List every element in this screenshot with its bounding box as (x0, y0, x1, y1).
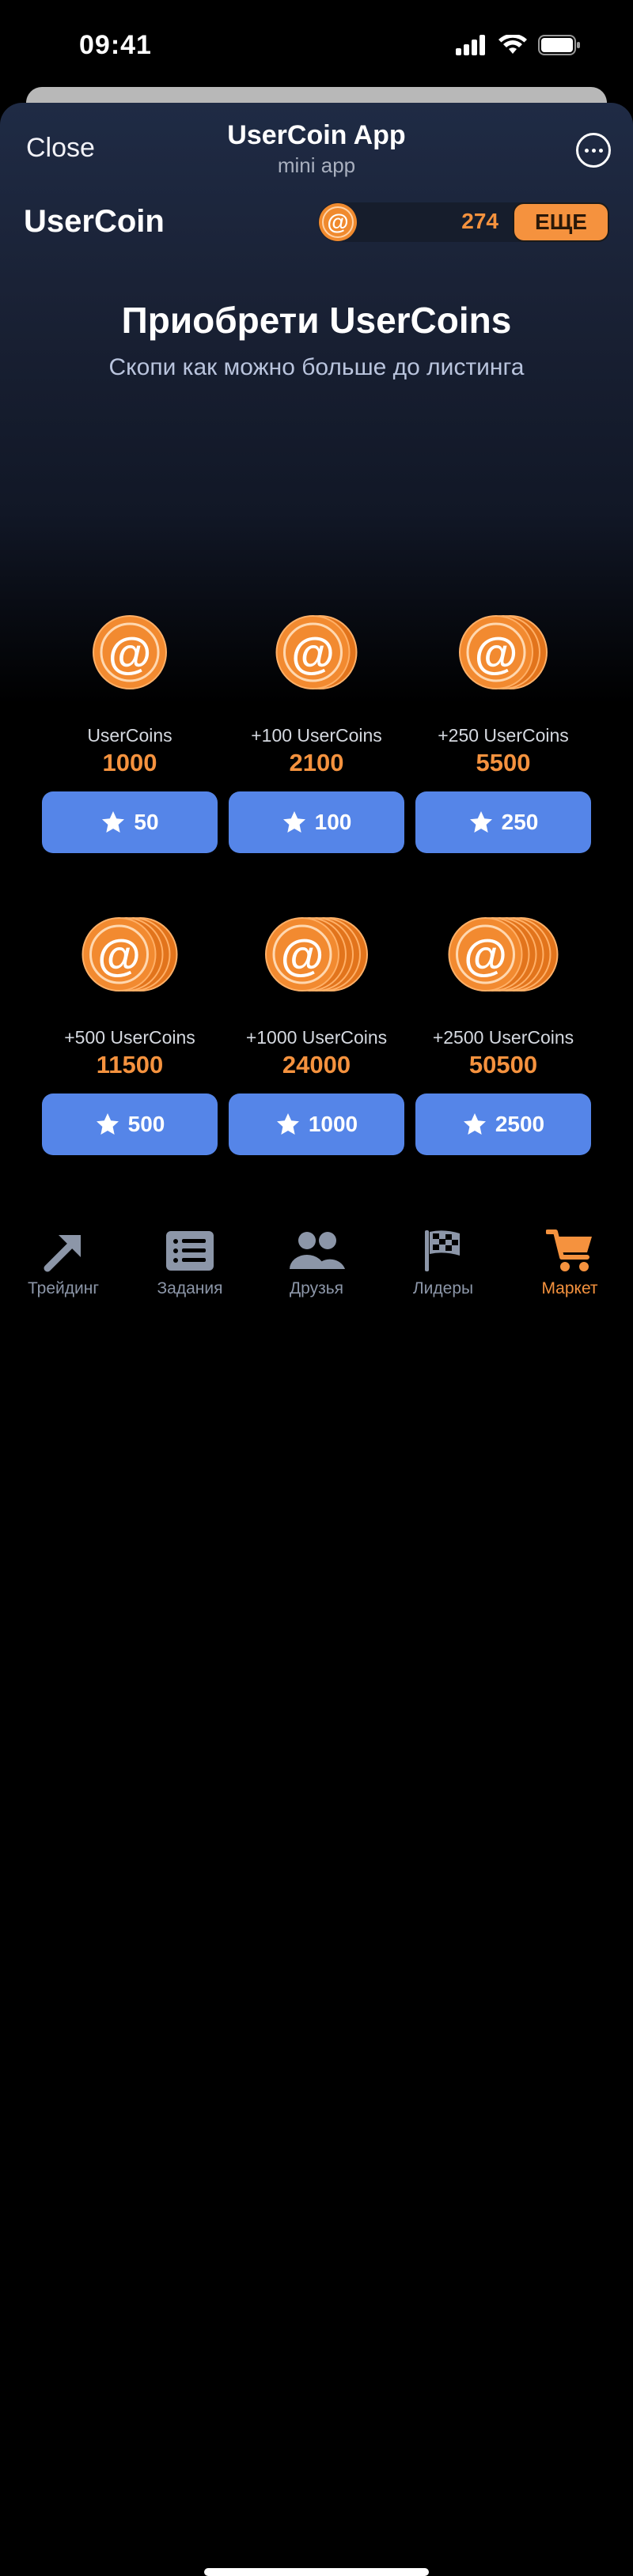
star-icon (102, 811, 125, 833)
tab-label: Друзья (289, 1279, 344, 1297)
checkered-flag-icon (425, 1230, 460, 1271)
star-icon (282, 811, 305, 833)
bottom-tab-bar: Трейдинг Задания Друзья Лидеры Маркет (0, 1218, 633, 2576)
more-options-button[interactable] (576, 133, 611, 168)
pack-amount: 24000 (282, 1051, 351, 1078)
star-icon (96, 1113, 119, 1135)
hero-title: Приобрети UserCoins (121, 300, 512, 341)
task-list-icon (166, 1231, 214, 1271)
pack-label: +500 UserCoins (64, 1027, 195, 1048)
price-label: 250 (501, 810, 539, 834)
usercoin-icon: @ (319, 203, 357, 241)
svg-text:@: @ (475, 628, 518, 678)
coin-stack-icon: @ (265, 917, 368, 991)
coin-stack-icon: @ (448, 917, 559, 991)
battery-icon (538, 35, 580, 55)
buy-button[interactable]: 1000 (229, 1093, 404, 1155)
more-dot-icon (591, 148, 596, 153)
wifi-icon (498, 35, 527, 54)
pack-label: +2500 UserCoins (432, 1027, 574, 1048)
status-time: 09:41 (79, 30, 152, 60)
pack-amount: 11500 (96, 1051, 164, 1078)
pack-amount: 2100 (289, 749, 344, 776)
price-label: 50 (134, 810, 159, 834)
tab-label: Лидеры (412, 1279, 474, 1297)
pack-amount: 50500 (468, 1051, 538, 1078)
pack-amount: 5500 (476, 749, 531, 776)
tab-tasks[interactable]: Задания (127, 1227, 253, 1298)
app-subtitle: mini app (277, 153, 356, 177)
svg-text:@: @ (108, 628, 152, 678)
buy-button[interactable]: 2500 (415, 1093, 591, 1155)
pack-label: UserCoins (87, 725, 172, 746)
balance-pill: @ 274 ЕЩЕ (318, 202, 609, 242)
get-more-button[interactable]: ЕЩЕ (513, 202, 609, 242)
more-dot-icon (598, 148, 603, 153)
friends-icon (290, 1232, 345, 1269)
svg-text:@: @ (464, 930, 507, 980)
cellular-signal-icon (456, 35, 485, 55)
app-title: UserCoin App (227, 120, 406, 150)
tab-label: Трейдинг (28, 1279, 99, 1297)
coin-stack-icon: @ (93, 615, 167, 689)
price-label: 100 (314, 810, 352, 834)
price-label: 500 (127, 1112, 165, 1136)
price-label: 2500 (495, 1112, 545, 1136)
pack-label: +100 UserCoins (251, 725, 382, 746)
more-dot-icon (584, 148, 589, 153)
svg-text:@: @ (291, 628, 335, 678)
tab-friends[interactable]: Друзья (253, 1227, 380, 1298)
pack-label: +250 UserCoins (438, 725, 569, 746)
balance-value: 274 (461, 209, 498, 233)
pack-label: +1000 UserCoins (245, 1027, 388, 1048)
svg-text:@: @ (327, 210, 348, 234)
tab-market[interactable]: Маркет (506, 1227, 633, 1298)
tab-trading[interactable]: Трейдинг (0, 1227, 127, 1298)
coin-stack-icon: @ (459, 615, 548, 689)
mini-app-sheet: Close UserCoin App mini app UserCoin @ 2… (0, 103, 633, 1371)
brand-logo-text: UserCoin (24, 204, 165, 239)
cart-icon (546, 1229, 592, 1271)
buy-button[interactable]: 500 (42, 1093, 218, 1155)
tab-leaders[interactable]: Лидеры (380, 1227, 506, 1298)
home-indicator (204, 2568, 429, 2576)
buy-button[interactable]: 100 (229, 791, 404, 853)
trend-arrow-icon (44, 1235, 81, 1272)
svg-text:@: @ (97, 930, 141, 980)
star-icon (276, 1113, 299, 1135)
buy-button[interactable]: 250 (415, 791, 591, 853)
price-label: 1000 (308, 1112, 358, 1136)
coin-stack-icon: @ (275, 615, 358, 689)
star-icon (469, 811, 492, 833)
star-icon (463, 1113, 486, 1135)
hero-subtitle: Скопи как можно больше до листинга (108, 354, 525, 380)
coin-stack-icon: @ (81, 917, 178, 991)
tab-label: Задания (157, 1279, 223, 1297)
status-bar: 09:41 (0, 0, 633, 87)
svg-text:@: @ (281, 930, 324, 980)
pack-amount: 1000 (102, 749, 157, 776)
buy-button[interactable]: 50 (42, 791, 218, 853)
status-icons (456, 35, 581, 55)
tab-label: Маркет (541, 1279, 598, 1297)
